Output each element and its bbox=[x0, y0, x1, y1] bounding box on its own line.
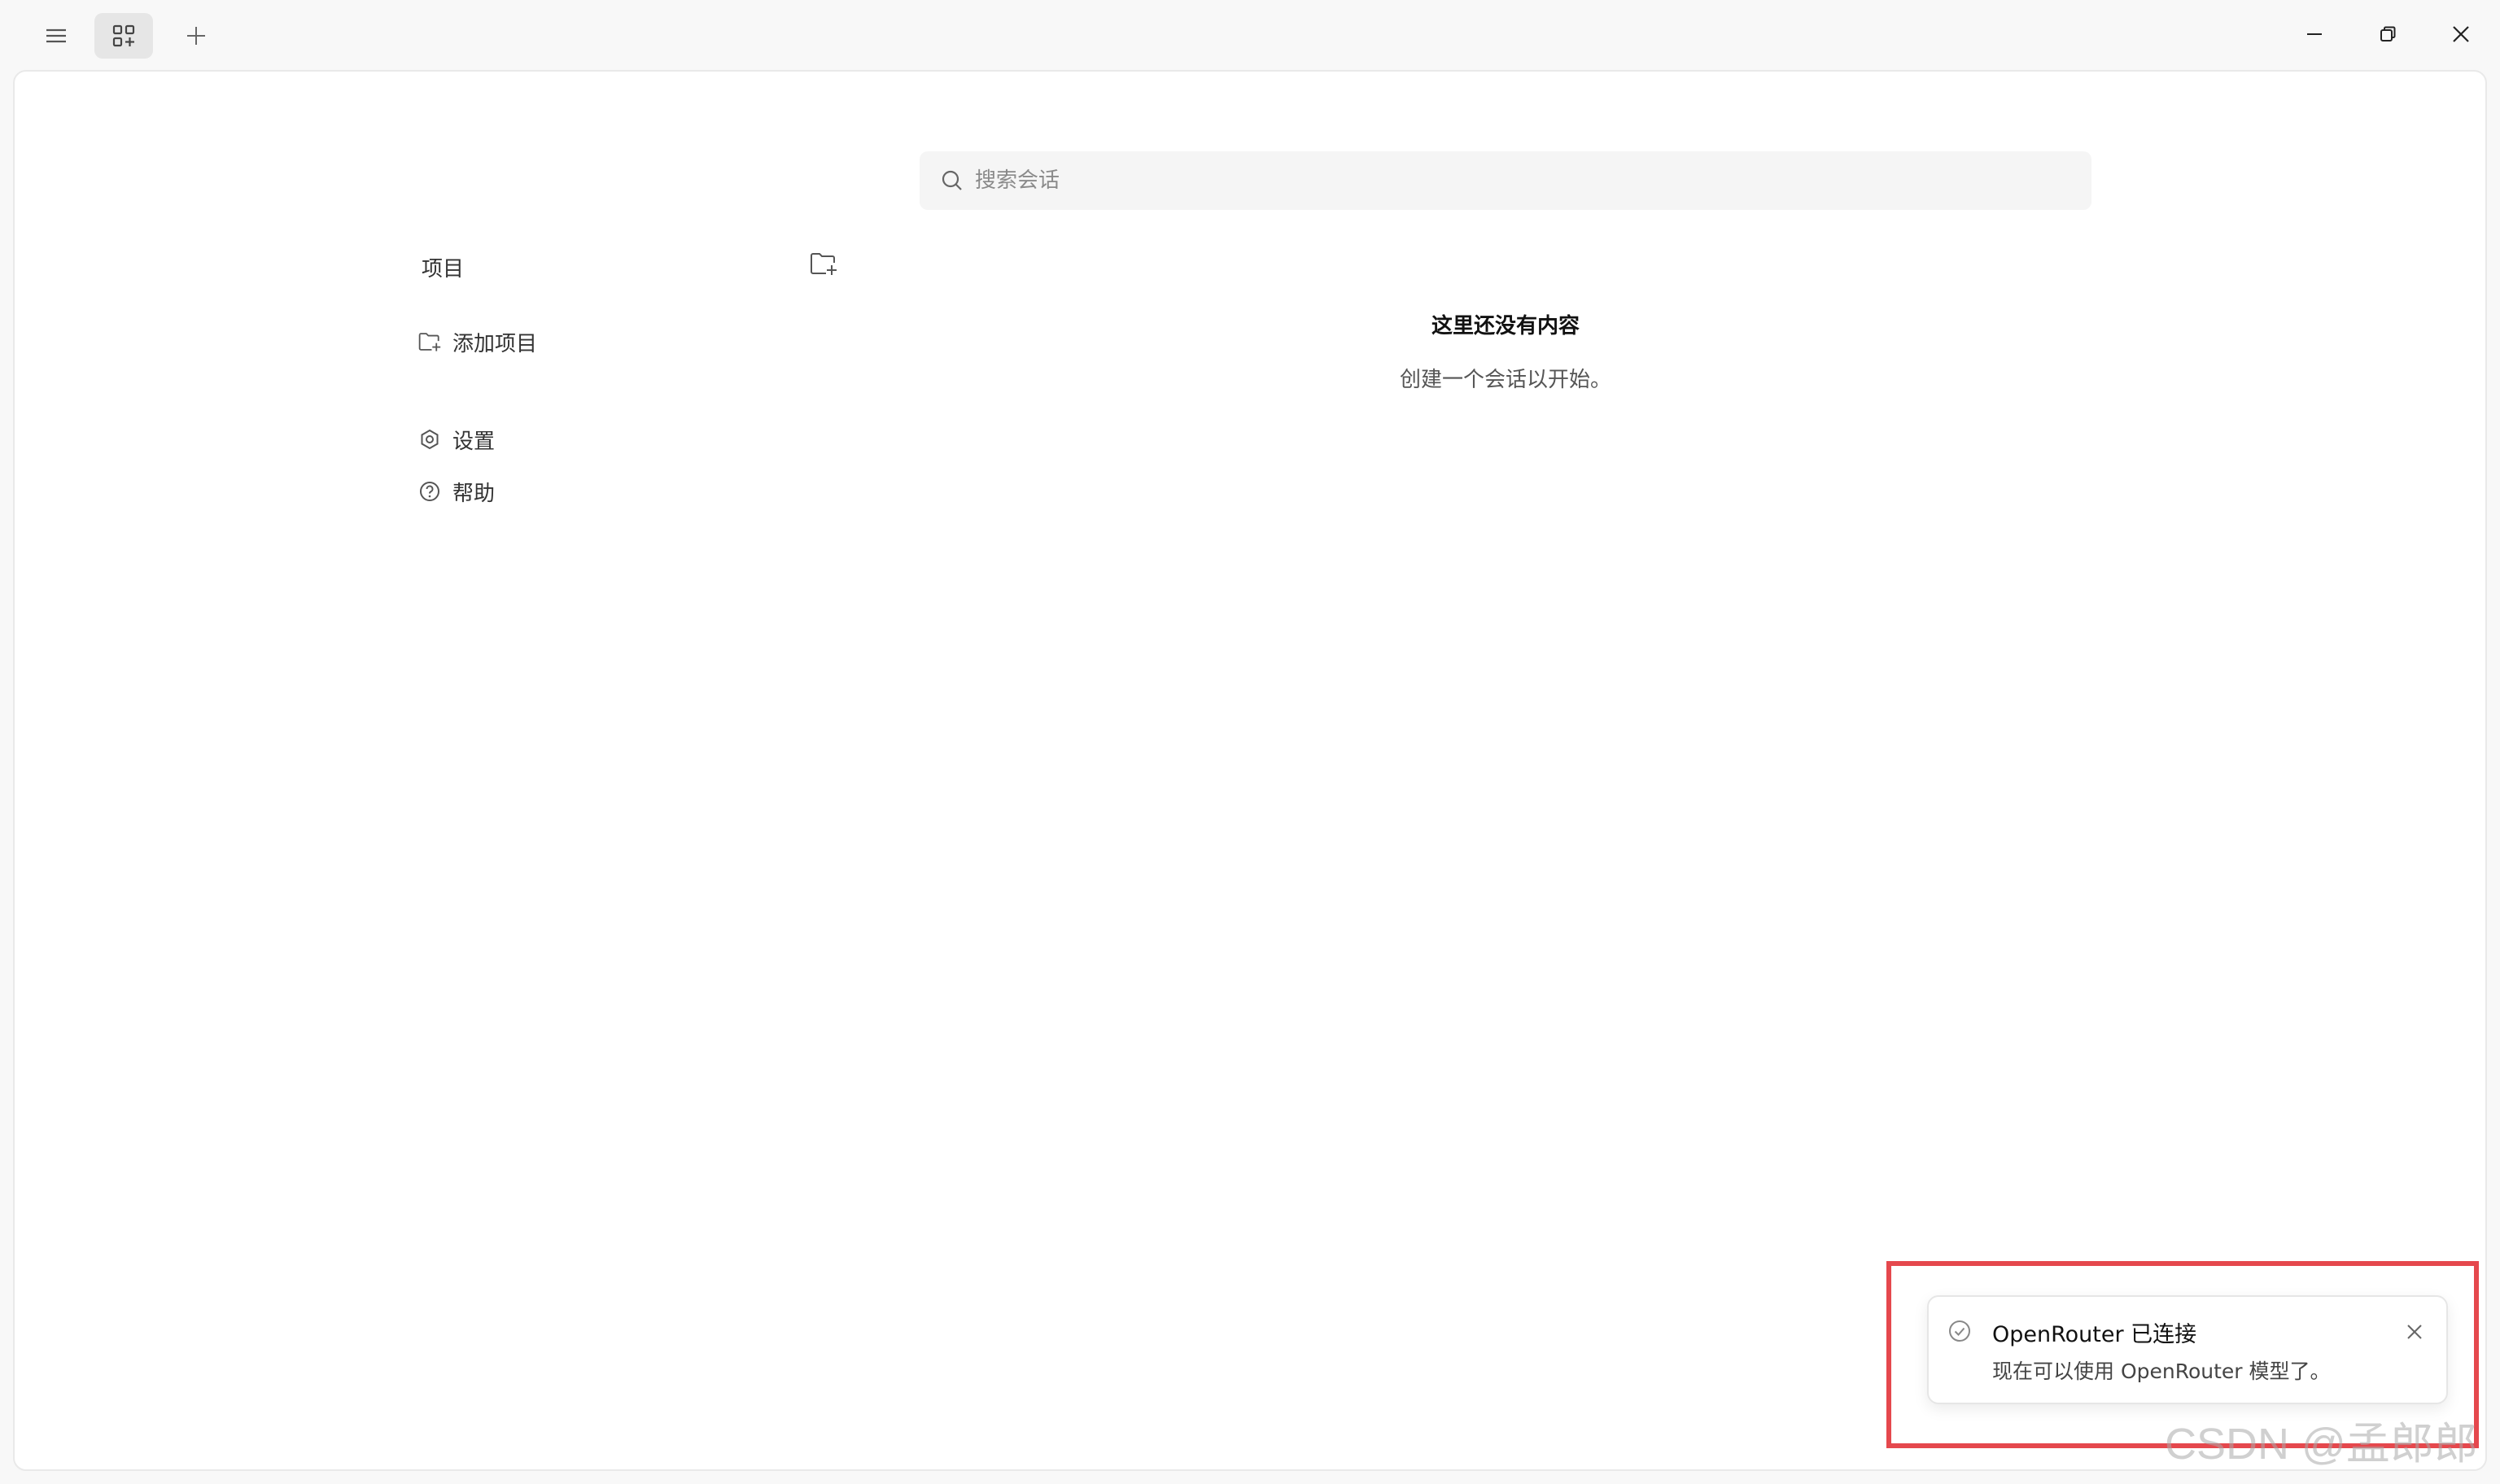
folder-plus-icon bbox=[418, 330, 441, 353]
hamburger-menu-icon bbox=[46, 28, 66, 43]
close-icon bbox=[2453, 26, 2469, 42]
menu-button[interactable] bbox=[36, 18, 76, 54]
add-project-label: 添加项目 bbox=[452, 331, 538, 356]
help-circle-icon bbox=[418, 480, 441, 503]
title-bar bbox=[0, 0, 2500, 70]
search-input[interactable] bbox=[973, 168, 2031, 194]
check-circle-icon bbox=[1947, 1318, 1973, 1344]
toast-close-button[interactable] bbox=[2401, 1318, 2428, 1346]
minimize-icon bbox=[2307, 33, 2322, 35]
new-project-button[interactable] bbox=[807, 247, 840, 280]
settings-button[interactable]: 设置 bbox=[418, 423, 495, 456]
restore-button[interactable] bbox=[2365, 13, 2410, 55]
grid-plus-icon bbox=[112, 24, 135, 47]
toast-message: 现在可以使用 OpenRouter 模型了。 bbox=[1992, 1360, 2331, 1383]
empty-state-title: 这里还没有内容 bbox=[1431, 314, 1580, 338]
workspace-tab-button[interactable] bbox=[94, 13, 153, 59]
close-window-button[interactable] bbox=[2438, 13, 2484, 55]
main-panel: 项目 添加项目 设置 帮助 搜索会话 这里还没有内容 创建一个会话以开始。 bbox=[13, 70, 2487, 1471]
restore-icon bbox=[2380, 26, 2396, 41]
empty-state-subtitle: 创建一个会话以开始。 bbox=[1399, 368, 1611, 392]
watermark-text: CSDN @孟郎郎 bbox=[2165, 1420, 2478, 1469]
add-project-button[interactable]: 添加项目 bbox=[418, 325, 537, 358]
toast-title: OpenRouter 已连接 bbox=[1992, 1322, 2197, 1347]
plus-icon bbox=[187, 27, 205, 45]
help-label: 帮助 bbox=[452, 481, 496, 506]
gear-icon bbox=[418, 428, 441, 451]
folder-plus-icon bbox=[811, 253, 837, 275]
search-bar[interactable] bbox=[920, 151, 2091, 210]
minimize-button[interactable] bbox=[2292, 13, 2337, 55]
help-button[interactable]: 帮助 bbox=[418, 475, 495, 508]
toast-notification: OpenRouter 已连接 现在可以使用 OpenRouter 模型了。 bbox=[1927, 1295, 2448, 1404]
search-icon bbox=[939, 168, 965, 194]
projects-heading: 项目 bbox=[422, 257, 465, 282]
new-tab-button[interactable] bbox=[176, 18, 216, 54]
close-icon bbox=[2407, 1325, 2422, 1339]
settings-label: 设置 bbox=[452, 429, 496, 454]
